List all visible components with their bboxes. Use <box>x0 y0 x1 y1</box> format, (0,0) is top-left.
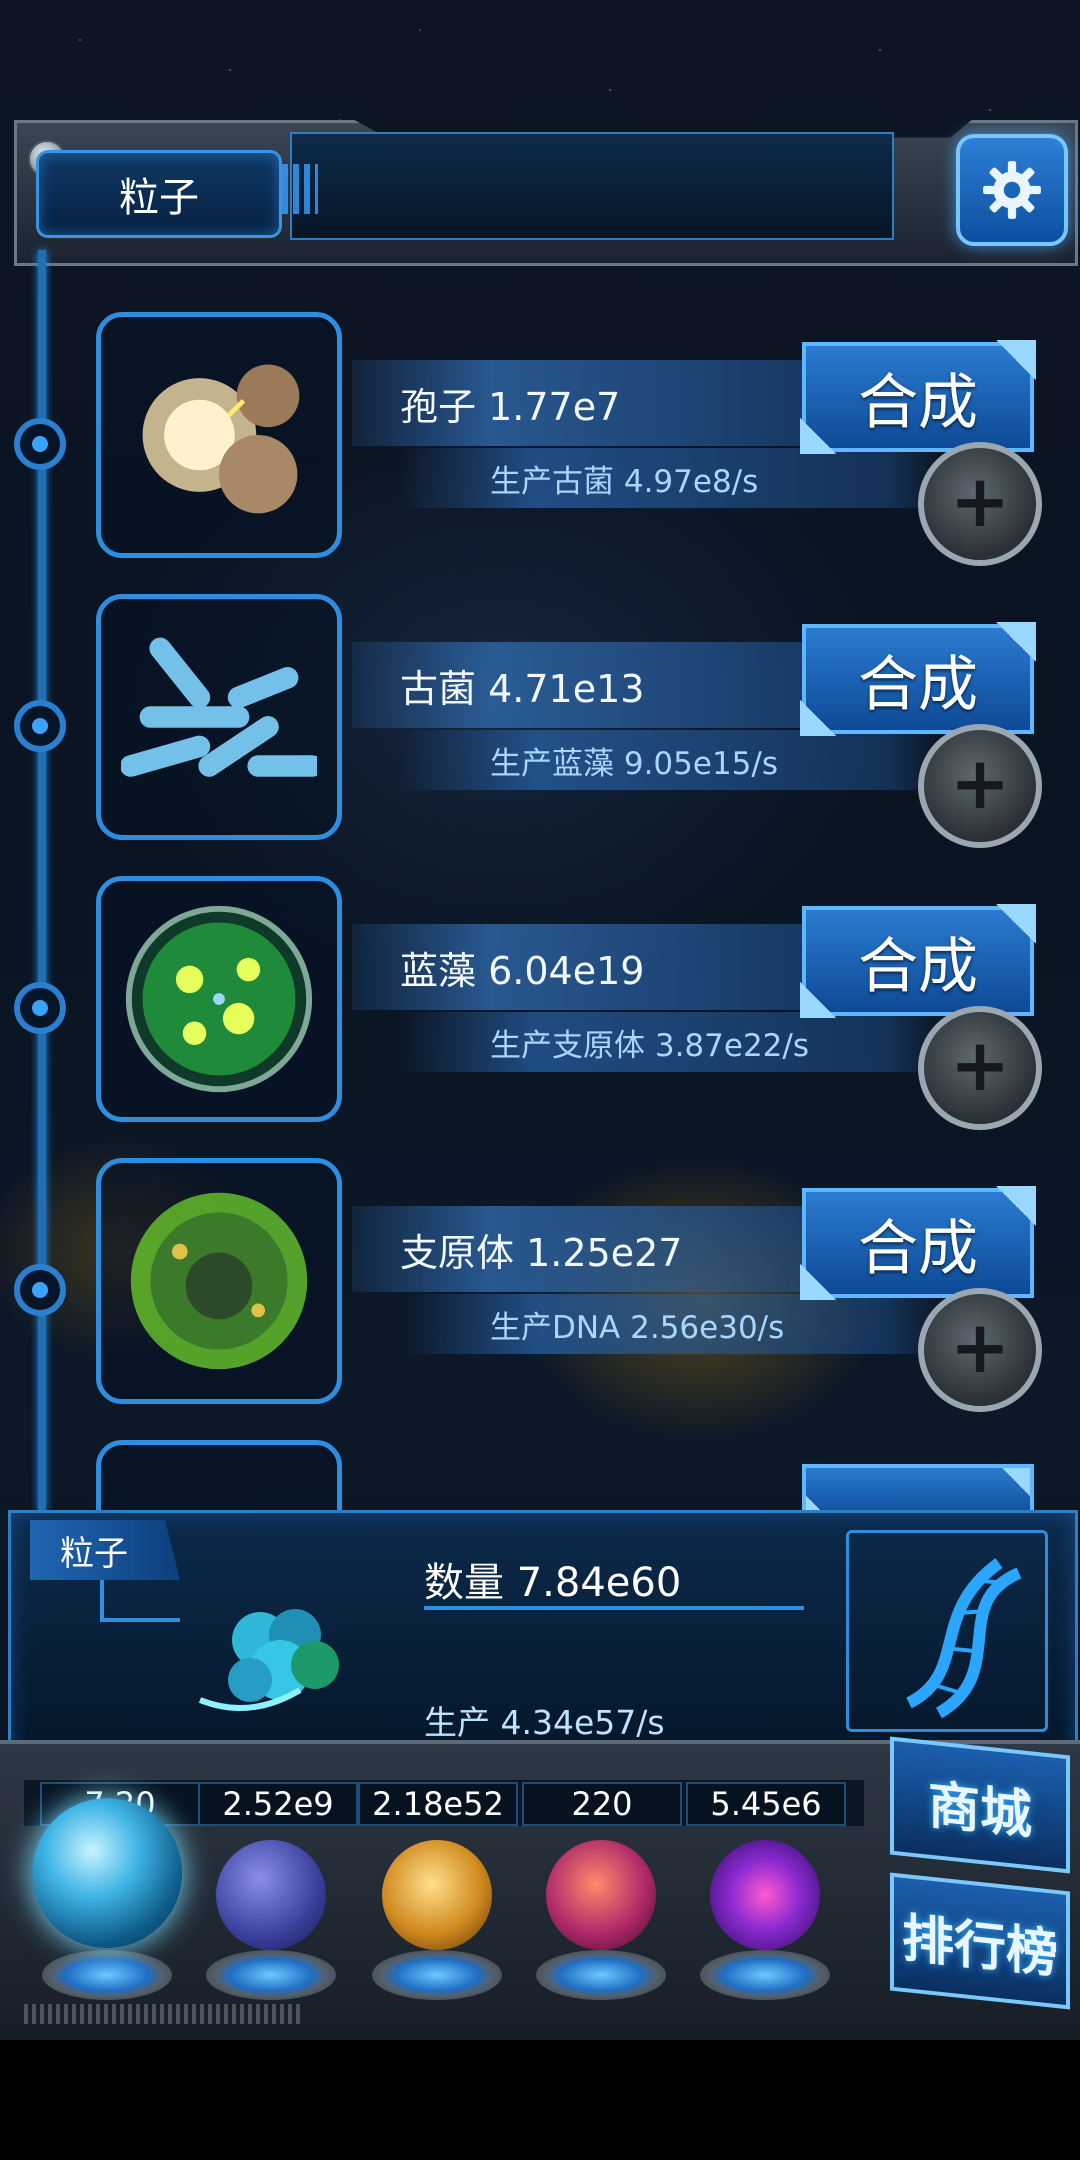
dna-icon <box>906 1558 1022 1719</box>
list-item: 蓝藻 6.04e19 生产支原体 3.87e22/s 合成 + <box>0 876 1080 1136</box>
item-production-label: 生产蓝藻 9.05e15/s <box>400 730 940 790</box>
grille-decoration <box>24 2004 304 2024</box>
item-icon-frame[interactable] <box>96 876 342 1122</box>
tab-value: 2.52e9 <box>198 1782 358 1826</box>
add-button[interactable]: + <box>918 1006 1042 1130</box>
plus-icon: + <box>949 741 1011 825</box>
particle-cluster-icon <box>198 1609 339 1711</box>
vortex-orb-icon <box>710 1840 820 1950</box>
item-icon-frame[interactable] <box>96 1158 342 1404</box>
resource-count: 数量 7.84e60 <box>424 1560 682 1606</box>
top-bar-panel <box>290 132 894 240</box>
item-name-label: 古菌 4.71e13 <box>352 642 812 728</box>
orb-pedestal <box>42 1950 172 2000</box>
item-name-label: 支原体 1.25e27 <box>352 1206 812 1292</box>
tab-galaxy[interactable] <box>362 1840 512 2000</box>
circuit-line <box>100 1580 104 1620</box>
tab-value: 5.45e6 <box>686 1782 846 1826</box>
item-production-label: 生产支原体 3.87e22/s <box>400 1012 940 1072</box>
page-title: 粒子 <box>36 150 282 238</box>
orb-pedestal <box>372 1950 502 2000</box>
item-icon-frame[interactable] <box>96 594 342 840</box>
synthesize-button[interactable]: 合成 <box>800 904 1036 1018</box>
plus-icon: + <box>949 1305 1011 1389</box>
ranking-button[interactable]: 排行榜 <box>890 1872 1070 2010</box>
list-item: 孢子 1.77e7 生产古菌 4.97e8/s 合成 + <box>0 312 1080 572</box>
title-stripes-decoration <box>282 164 318 214</box>
game-screen: 粒子 孢子 1.77e7 生产古菌 4.97e8/s 合成 + 古菌 4.71e… <box>0 0 1080 2040</box>
orb-pedestal <box>536 1950 666 2000</box>
tab-lightning[interactable] <box>196 1840 346 2000</box>
item-name-label: 蓝藻 6.04e19 <box>352 924 812 1010</box>
settings-button[interactable] <box>956 134 1068 246</box>
resource-tag: 粒子 <box>30 1520 180 1580</box>
plus-icon: + <box>949 459 1011 543</box>
synthesize-button[interactable]: 合成 <box>800 1186 1036 1300</box>
add-button[interactable]: + <box>918 1288 1042 1412</box>
orb-pedestal <box>206 1950 336 2000</box>
spore-icon <box>142 364 300 514</box>
circuit-line <box>100 1618 180 1622</box>
shop-button[interactable]: 商城 <box>890 1736 1070 1874</box>
particle-orb-icon[interactable] <box>32 1798 182 1948</box>
tab-value: 2.18e52 <box>358 1782 518 1826</box>
lightning-orb-icon <box>216 1840 326 1950</box>
synthesize-button[interactable]: 合成 <box>800 622 1036 736</box>
archaea-icon <box>121 637 317 777</box>
resource-production: 生产 4.34e57/s <box>424 1703 665 1742</box>
plus-icon: + <box>949 1023 1011 1107</box>
tab-brain[interactable] <box>526 1840 676 2000</box>
list-item: 支原体 1.25e27 生产DNA 2.56e30/s 合成 + <box>0 1158 1080 1418</box>
orb-pedestal <box>700 1950 830 2000</box>
add-button[interactable]: + <box>918 724 1042 848</box>
galaxy-orb-icon <box>382 1840 492 1950</box>
add-button[interactable]: + <box>918 442 1042 566</box>
item-icon-frame[interactable] <box>96 312 342 558</box>
item-production-label: 生产古菌 4.97e8/s <box>400 448 940 508</box>
item-production-label: 生产DNA 2.56e30/s <box>400 1294 940 1354</box>
synthesize-button[interactable]: 合成 <box>800 340 1036 454</box>
cyanobacteria-icon <box>125 905 313 1093</box>
list-item: 古菌 4.71e13 生产蓝藻 9.05e15/s 合成 + <box>0 594 1080 854</box>
tab-value: 220 <box>522 1782 682 1826</box>
gear-icon <box>983 161 1041 219</box>
tab-vortex[interactable] <box>690 1840 840 2000</box>
brain-orb-icon <box>546 1840 656 1950</box>
mycoplasma-icon <box>130 1192 308 1370</box>
item-name-label: 孢子 1.77e7 <box>352 360 812 446</box>
dna-frame[interactable] <box>846 1530 1048 1732</box>
